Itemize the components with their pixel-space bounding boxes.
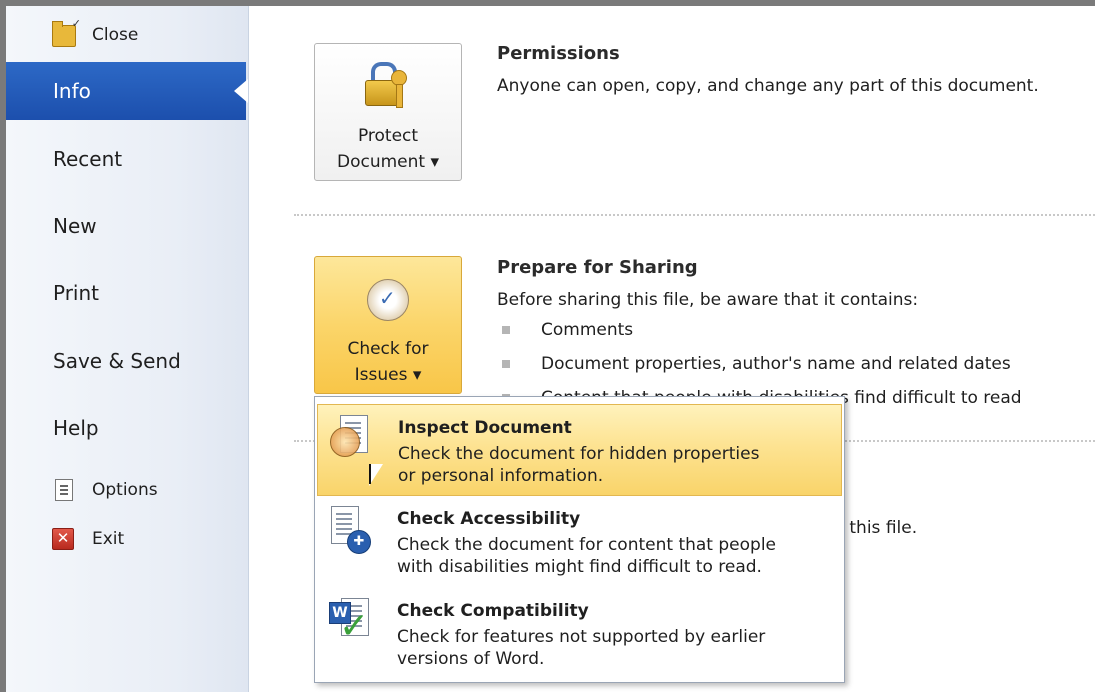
- menu-item-desc-line: or personal information.: [398, 466, 604, 486]
- menu-item-desc-line: with disabilities might find difficult t…: [397, 557, 762, 577]
- permissions-title: Permissions: [497, 43, 620, 64]
- nav-item-info[interactable]: Info: [6, 62, 248, 120]
- versions-text: f this file.: [838, 518, 918, 538]
- exit-icon: ✕: [52, 528, 74, 550]
- accessibility-icon: ✚: [329, 506, 371, 554]
- nav-item-label: New: [53, 214, 97, 238]
- inspect-checklist-icon: [367, 279, 409, 321]
- prepare-sharing-title: Prepare for Sharing: [497, 257, 698, 278]
- backstage-sidebar: Close Info Recent New Print Save & Send …: [6, 6, 249, 692]
- prepare-sharing-text: Before sharing this file, be aware that …: [497, 290, 919, 310]
- nav-item-label: Recent: [53, 147, 123, 171]
- button-label-line2: Issues ▾: [354, 365, 422, 385]
- folder-close-icon: [52, 17, 81, 47]
- protect-document-button[interactable]: Protect Document ▾: [314, 43, 462, 181]
- nav-item-recent[interactable]: Recent: [6, 130, 246, 188]
- check-for-issues-button[interactable]: Check for Issues ▾: [314, 256, 462, 394]
- bullet-marker: [502, 326, 510, 334]
- bullet-item: Document properties, author's name and r…: [541, 354, 1011, 374]
- lock-key-icon: [365, 60, 411, 108]
- menu-item-desc-line: versions of Word.: [397, 649, 545, 669]
- menu-item-check-accessibility[interactable]: ✚ Check Accessibility Check the document…: [317, 496, 842, 588]
- menu-item-desc: Check for features not supported by earl…: [397, 626, 837, 670]
- menu-item-desc-line: Check for features not supported by earl…: [397, 627, 766, 647]
- nav-item-print[interactable]: Print: [6, 264, 246, 322]
- close-button[interactable]: Close: [6, 17, 246, 52]
- nav-item-label: Print: [53, 281, 100, 305]
- nav-item-label: Info: [53, 79, 91, 103]
- exit-label: Exit: [92, 529, 125, 549]
- options-label: Options: [92, 480, 158, 500]
- options-button[interactable]: Options: [6, 473, 246, 507]
- nav-item-help[interactable]: Help: [6, 399, 246, 457]
- menu-item-desc-line: Check the document for hidden properties: [398, 444, 760, 464]
- menu-item-title: Check Compatibility: [397, 601, 589, 621]
- bullet-marker: [502, 360, 510, 368]
- menu-item-desc: Check the document for content that peop…: [397, 534, 837, 578]
- button-label-line1: Protect: [357, 126, 419, 146]
- nav-item-save-send[interactable]: Save & Send: [6, 332, 246, 390]
- nav-item-label: Help: [53, 416, 99, 440]
- close-label: Close: [92, 25, 139, 45]
- exit-button[interactable]: ✕ Exit: [6, 522, 246, 556]
- menu-item-title: Inspect Document: [398, 418, 572, 438]
- menu-item-title: Check Accessibility: [397, 509, 581, 529]
- bullet-item: Comments: [541, 320, 634, 340]
- nav-item-label: Save & Send: [53, 349, 181, 373]
- button-label-line2: Document ▾: [336, 152, 439, 172]
- menu-item-desc-line: Check the document for content that peop…: [397, 535, 776, 555]
- options-icon: [55, 479, 73, 501]
- check-issues-menu: Inspect Document Check the document for …: [314, 396, 845, 683]
- button-label-line1: Check for: [347, 339, 429, 359]
- section-divider: [294, 214, 1095, 216]
- menu-item-inspect-document[interactable]: Inspect Document Check the document for …: [317, 404, 842, 496]
- nav-item-new[interactable]: New: [6, 197, 246, 255]
- menu-item-check-compatibility[interactable]: W ✓ Check Compatibility Check for featur…: [317, 588, 842, 680]
- inspect-document-icon: [330, 415, 370, 459]
- compatibility-icon: W ✓: [329, 598, 369, 645]
- menu-item-desc: Check the document for hidden properties…: [398, 443, 838, 487]
- permissions-text: Anyone can open, copy, and change any pa…: [497, 76, 1039, 96]
